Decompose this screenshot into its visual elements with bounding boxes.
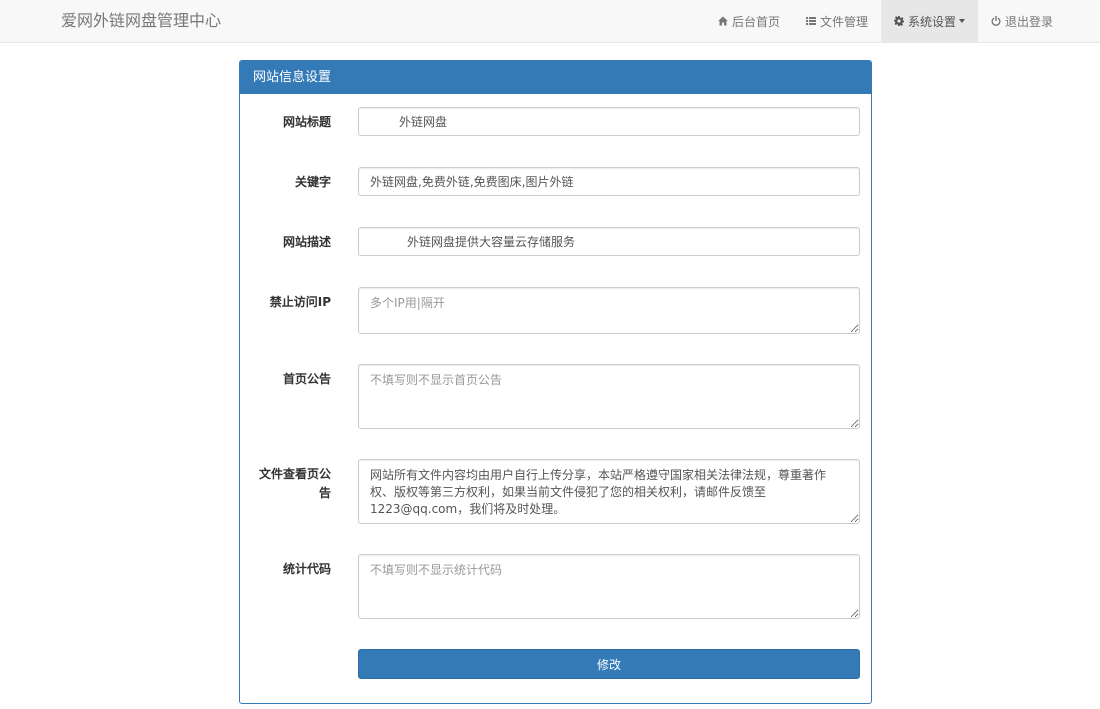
power-icon bbox=[991, 16, 1001, 26]
stats-code-textarea[interactable] bbox=[358, 554, 860, 619]
nav-logout-label: 退出登录 bbox=[1004, 14, 1053, 29]
home-notice-textarea[interactable] bbox=[358, 364, 860, 429]
nav-home[interactable]: 后台首页 bbox=[705, 0, 793, 42]
keywords-label: 关键字 bbox=[294, 175, 331, 189]
site-settings-panel: 网站信息设置 网站标题 关键字 网站描述 禁止访问IP 首页公告 文件查看页公告… bbox=[239, 60, 872, 704]
blocked-ip-textarea[interactable] bbox=[358, 287, 860, 334]
main-nav: 后台首页 文件管理 系统设置 退出登录 bbox=[705, 0, 1066, 42]
home-icon bbox=[718, 16, 728, 26]
caret-down-icon bbox=[958, 19, 965, 23]
stats-code-label: 统计代码 bbox=[282, 562, 331, 576]
description-input[interactable] bbox=[358, 227, 860, 256]
list-icon bbox=[805, 17, 816, 25]
nav-logout[interactable]: 退出登录 bbox=[978, 0, 1066, 42]
nav-settings-label: 系统设置 bbox=[907, 14, 956, 29]
file-page-notice-label: 文件查看页公告 bbox=[258, 467, 331, 500]
brand-title[interactable]: 爱网外链网盘管理中心 bbox=[61, 0, 221, 42]
site-title-input[interactable] bbox=[358, 107, 860, 136]
site-title-label: 网站标题 bbox=[282, 115, 331, 129]
description-label: 网站描述 bbox=[282, 235, 331, 249]
panel-title: 网站信息设置 bbox=[240, 61, 871, 94]
keywords-input[interactable] bbox=[358, 167, 860, 196]
top-navbar: 爱网外链网盘管理中心 后台首页 文件管理 系统设置 退出登录 bbox=[0, 0, 1100, 43]
submit-button[interactable]: 修改 bbox=[358, 649, 860, 679]
gear-icon bbox=[893, 16, 904, 26]
nav-files[interactable]: 文件管理 bbox=[793, 0, 881, 42]
file-page-notice-textarea[interactable]: 网站所有文件内容均由用户自行上传分享，本站严格遵守国家相关法律法规，尊重著作权、… bbox=[358, 459, 860, 524]
nav-settings-dropdown[interactable]: 系统设置 bbox=[880, 0, 978, 42]
home-notice-label: 首页公告 bbox=[282, 372, 331, 386]
nav-files-label: 文件管理 bbox=[819, 14, 868, 29]
blocked-ip-label: 禁止访问IP bbox=[269, 295, 331, 309]
nav-home-label: 后台首页 bbox=[731, 14, 780, 29]
